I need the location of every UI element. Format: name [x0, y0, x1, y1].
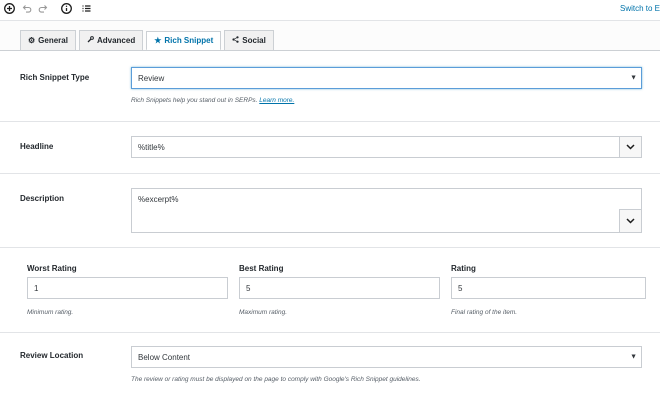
description-textarea[interactable]: %excerpt%: [131, 188, 642, 233]
review-location-help: The review or rating must be displayed o…: [131, 376, 421, 383]
worst-rating-label: Worst Rating: [27, 264, 77, 273]
tab-label: Advanced: [96, 36, 136, 45]
chevron-down-icon[interactable]: [619, 209, 641, 232]
info-icon[interactable]: [60, 2, 72, 14]
share-icon: [232, 36, 239, 45]
section-divider: [0, 332, 660, 333]
rating-label: Rating: [451, 264, 476, 273]
tab-label: General: [38, 36, 68, 45]
input-value: 1: [34, 283, 39, 293]
section-divider: [0, 247, 660, 248]
input-value: 5: [458, 283, 463, 293]
best-rating-input[interactable]: 5: [239, 277, 440, 299]
headline-input[interactable]: %title%: [131, 136, 642, 158]
section-divider: [0, 121, 660, 122]
redo-icon[interactable]: [37, 2, 49, 14]
editor-toolbar: Switch to E: [0, 0, 660, 20]
star-icon: ★: [154, 35, 162, 45]
select-value: Below Content: [138, 352, 191, 362]
headline-label: Headline: [20, 142, 54, 151]
list-icon[interactable]: [80, 2, 92, 14]
tab-advanced[interactable]: Advanced: [78, 30, 144, 50]
caret-down-icon: ▼: [630, 74, 637, 82]
tab-label: Rich Snippet: [164, 36, 214, 45]
chevron-down-icon[interactable]: [619, 137, 641, 157]
caret-down-icon: ▼: [630, 353, 637, 361]
section-divider: [0, 173, 660, 174]
rating-input[interactable]: 5: [451, 277, 646, 299]
worst-rating-help: Minimum rating.: [27, 309, 74, 316]
tab-social[interactable]: Social: [224, 30, 274, 50]
help-text: Rich Snippets help you stand out in SERP…: [131, 97, 258, 104]
tab-general[interactable]: ⚙ General: [20, 30, 76, 50]
worst-rating-input[interactable]: 1: [27, 277, 228, 299]
best-rating-help: Maximum rating.: [239, 309, 288, 316]
tab-rich-snippet[interactable]: ★ Rich Snippet: [146, 31, 222, 51]
learn-more-link[interactable]: Learn more.: [259, 97, 294, 104]
undo-icon[interactable]: [20, 2, 32, 14]
add-circle-icon[interactable]: [3, 2, 15, 14]
rich-snippet-type-select[interactable]: Review ▼: [131, 67, 642, 89]
input-value: 5: [246, 283, 251, 293]
tab-label: Social: [242, 36, 266, 45]
description-label: Description: [20, 194, 65, 203]
rich-snippet-help-text: Rich Snippets help you stand out in SERP…: [131, 97, 294, 104]
review-location-label: Review Location: [20, 351, 84, 360]
settings-tabs: ⚙ General Advanced ★ Rich Snippet Social: [20, 30, 274, 51]
textarea-value: %excerpt%: [138, 195, 179, 204]
rich-snippet-type-label: Rich Snippet Type: [20, 73, 90, 82]
input-value: %title%: [138, 142, 165, 152]
select-value: Review: [138, 73, 165, 83]
best-rating-label: Best Rating: [239, 264, 284, 273]
gear-icon: ⚙: [28, 35, 36, 45]
switch-editor-link[interactable]: Switch to E: [620, 4, 660, 13]
rich-snippet-content: Rich Snippet Type Review ▼ Rich Snippets…: [0, 51, 660, 407]
wrench-icon: [87, 36, 94, 45]
rating-help: Final rating of the item.: [451, 309, 518, 316]
review-location-select[interactable]: Below Content ▼: [131, 346, 642, 368]
